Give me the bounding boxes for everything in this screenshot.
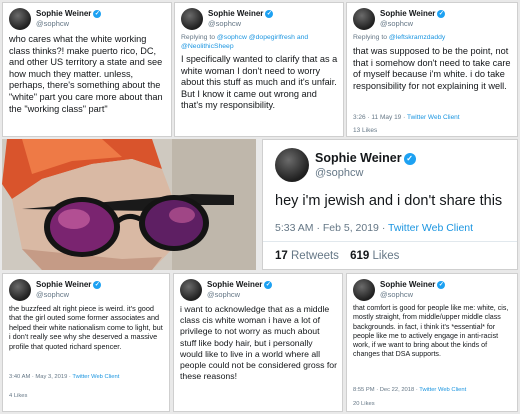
author-handle[interactable]: @sophcw	[380, 19, 413, 28]
tweet-meta: 8:55 PM · Dec 22, 2018 · Twitter Web Cli…	[353, 387, 467, 393]
like-count[interactable]: 4 Likes	[9, 393, 27, 399]
like-count[interactable]: 13 Likes	[353, 127, 377, 134]
tweet-header: Sophie Weiner ✓ @sophcw	[353, 8, 513, 30]
verified-badge-icon: ✓	[93, 9, 102, 18]
tweet-text: that was supposed to be the point, not t…	[353, 46, 511, 91]
verified-badge-icon: ✓	[437, 280, 446, 289]
author-name[interactable]: Sophie Weiner ✓	[208, 9, 274, 18]
author-handle[interactable]: @sophcw	[380, 290, 413, 299]
likes-label: Likes	[372, 250, 400, 262]
tweet-header: Sophie Weiner ✓ @sophcw	[181, 8, 339, 30]
source-link[interactable]: Twitter Web Client	[419, 387, 466, 393]
tweet-card-2[interactable]: Sophie Weiner ✓ @sophcw Replying to @soph…	[174, 2, 344, 137]
verified-badge-icon: ✓	[437, 9, 446, 18]
profile-avatar[interactable]	[9, 8, 31, 30]
tweet-text: I specifically wanted to clarify that as…	[181, 54, 338, 111]
author-handle[interactable]: @sophcw	[208, 19, 241, 28]
tweet-card-featured[interactable]: Sophie Weiner ✓ @sophcw hey i'm jewish an…	[262, 139, 518, 270]
tweet-text: who cares what the white working class t…	[9, 34, 163, 114]
author-name[interactable]: Sophie Weiner ✓	[36, 280, 102, 289]
author-name[interactable]: Sophie Weiner ✓	[380, 280, 446, 289]
retweets-label: Retweets	[291, 250, 339, 262]
reply-mention-link[interactable]: @leftskramzdaddy	[389, 34, 445, 41]
photo-illustration	[2, 139, 256, 270]
tweet-header: Sophie Weiner ✓ @sophcw	[9, 8, 167, 30]
retweet-count[interactable]: 17	[275, 250, 288, 262]
like-count[interactable]: 619	[350, 250, 369, 262]
tweet-text: i want to acknowledge that as a middle c…	[180, 304, 337, 382]
source-link[interactable]: Twitter Web Client	[388, 222, 473, 234]
author-handle[interactable]: @sophcw	[36, 290, 69, 299]
tweet-card-6[interactable]: Sophie Weiner ✓ @sophcw i want to acknowl…	[173, 273, 343, 412]
profile-avatar[interactable]	[353, 8, 375, 30]
tweet-card-3[interactable]: Sophie Weiner ✓ @sophcw Replying to @left…	[346, 2, 518, 137]
author-handle[interactable]: @sophcw	[315, 167, 363, 179]
tweet-meta: 3:40 AM · May 3, 2019 · Twitter Web Clie…	[9, 374, 120, 380]
tweet-header: Sophie Weiner ✓ @sophcw	[9, 279, 165, 301]
tweet-card-1[interactable]: Sophie Weiner ✓ @sophcw who cares what th…	[2, 2, 172, 137]
verified-badge-icon: ✓	[93, 280, 102, 289]
author-handle[interactable]: @sophcw	[207, 290, 240, 299]
reply-mention-link[interactable]: @NeolithicSheep	[181, 43, 234, 50]
like-count[interactable]: 20 Likes	[353, 401, 375, 407]
source-link[interactable]: Twitter Web Client	[72, 374, 119, 380]
author-name[interactable]: Sophie Weiner ✓	[315, 151, 416, 165]
tweet-card-5[interactable]: Sophie Weiner ✓ @sophcw the buzzfeed alt …	[2, 273, 170, 412]
reply-context: Replying to @sophcw @dopegirlfresh and	[181, 34, 309, 41]
verified-badge-icon: ✓	[403, 152, 416, 165]
tweet-text: hey i'm jewish and i don't share this	[275, 193, 503, 209]
tweet-meta: 3:26 · 11 May 19 · Twitter Web Client	[353, 114, 460, 121]
tweet-header: Sophie Weiner ✓ @sophcw	[353, 279, 513, 301]
author-name[interactable]: Sophie Weiner ✓	[36, 9, 102, 18]
verified-badge-icon: ✓	[265, 9, 274, 18]
reply-context: Replying to @leftskramzdaddy	[353, 34, 446, 41]
profile-photo	[2, 139, 256, 270]
profile-avatar[interactable]	[353, 279, 375, 301]
tweet-meta: 5:33 AM · Feb 5, 2019 · Twitter Web Clie…	[275, 222, 474, 234]
engagement-stats: 17 Retweets 619 Likes	[275, 250, 399, 262]
author-handle[interactable]: @sophcw	[36, 19, 69, 28]
tweet-text: the buzzfeed alt right piece is weird. i…	[9, 304, 163, 351]
source-link[interactable]: Twitter Web Client	[407, 114, 460, 121]
profile-avatar[interactable]	[275, 148, 309, 182]
author-name[interactable]: Sophie Weiner ✓	[207, 280, 273, 289]
tweet-text: that comfort is good for people like me:…	[353, 304, 509, 359]
profile-avatar[interactable]	[180, 279, 202, 301]
profile-avatar[interactable]	[9, 279, 31, 301]
tweet-header: Sophie Weiner ✓ @sophcw	[180, 279, 338, 301]
profile-avatar[interactable]	[181, 8, 203, 30]
divider	[263, 241, 517, 242]
reply-context-2: @NeolithicSheep	[181, 43, 234, 50]
author-name[interactable]: Sophie Weiner ✓	[380, 9, 446, 18]
tweet-card-7[interactable]: Sophie Weiner ✓ @sophcw that comfort is g…	[346, 273, 518, 412]
reply-mention-link[interactable]: @sophcw @dopegirlfresh and	[217, 34, 308, 41]
verified-badge-icon: ✓	[264, 280, 273, 289]
tweet-header: Sophie Weiner ✓ @sophcw	[275, 148, 513, 184]
